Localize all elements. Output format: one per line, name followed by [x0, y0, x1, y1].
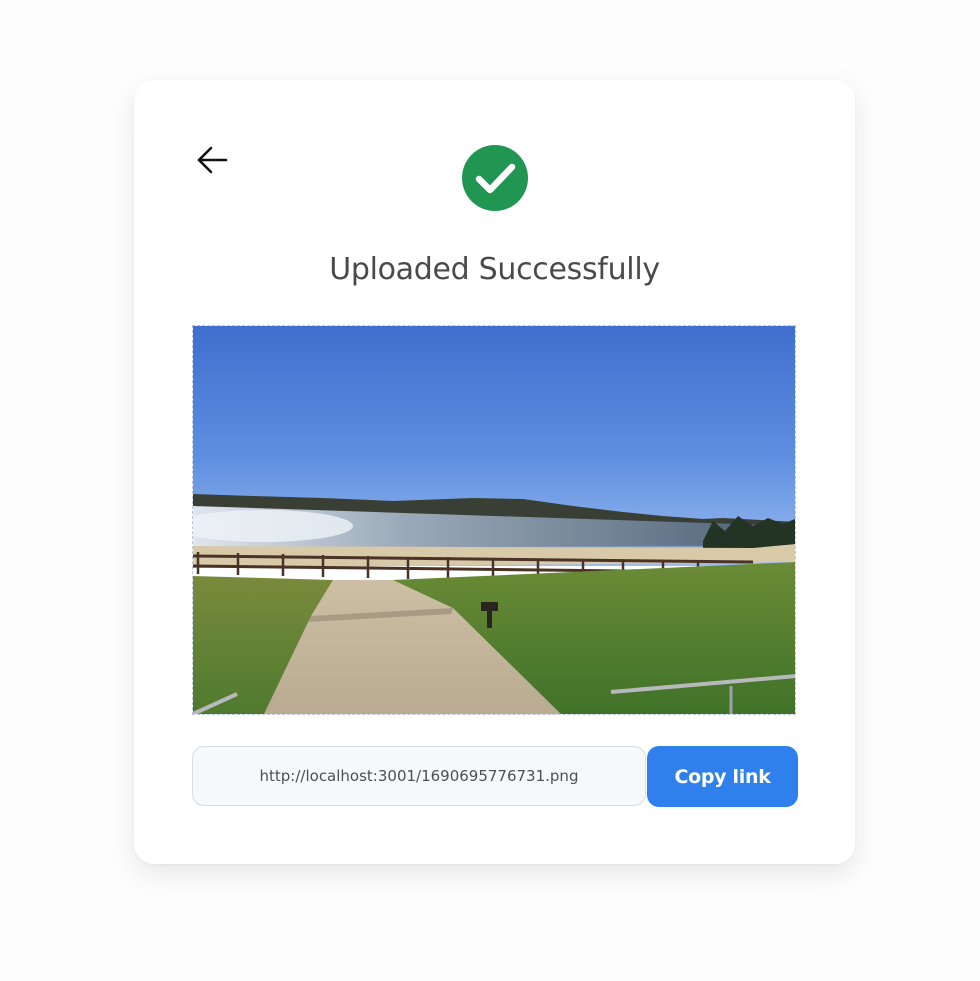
- check-circle-icon: [462, 145, 528, 211]
- arrow-left-icon: [197, 146, 228, 174]
- uploaded-image: [193, 326, 795, 714]
- page-title: Uploaded Successfully: [329, 252, 660, 287]
- upload-success-card: Uploaded Successfully http://localhost:3…: [134, 80, 855, 864]
- back-button[interactable]: [192, 140, 232, 180]
- uploaded-image-preview: [192, 325, 796, 715]
- copy-link-button[interactable]: Copy link: [647, 746, 798, 807]
- image-url-field[interactable]: [192, 746, 646, 806]
